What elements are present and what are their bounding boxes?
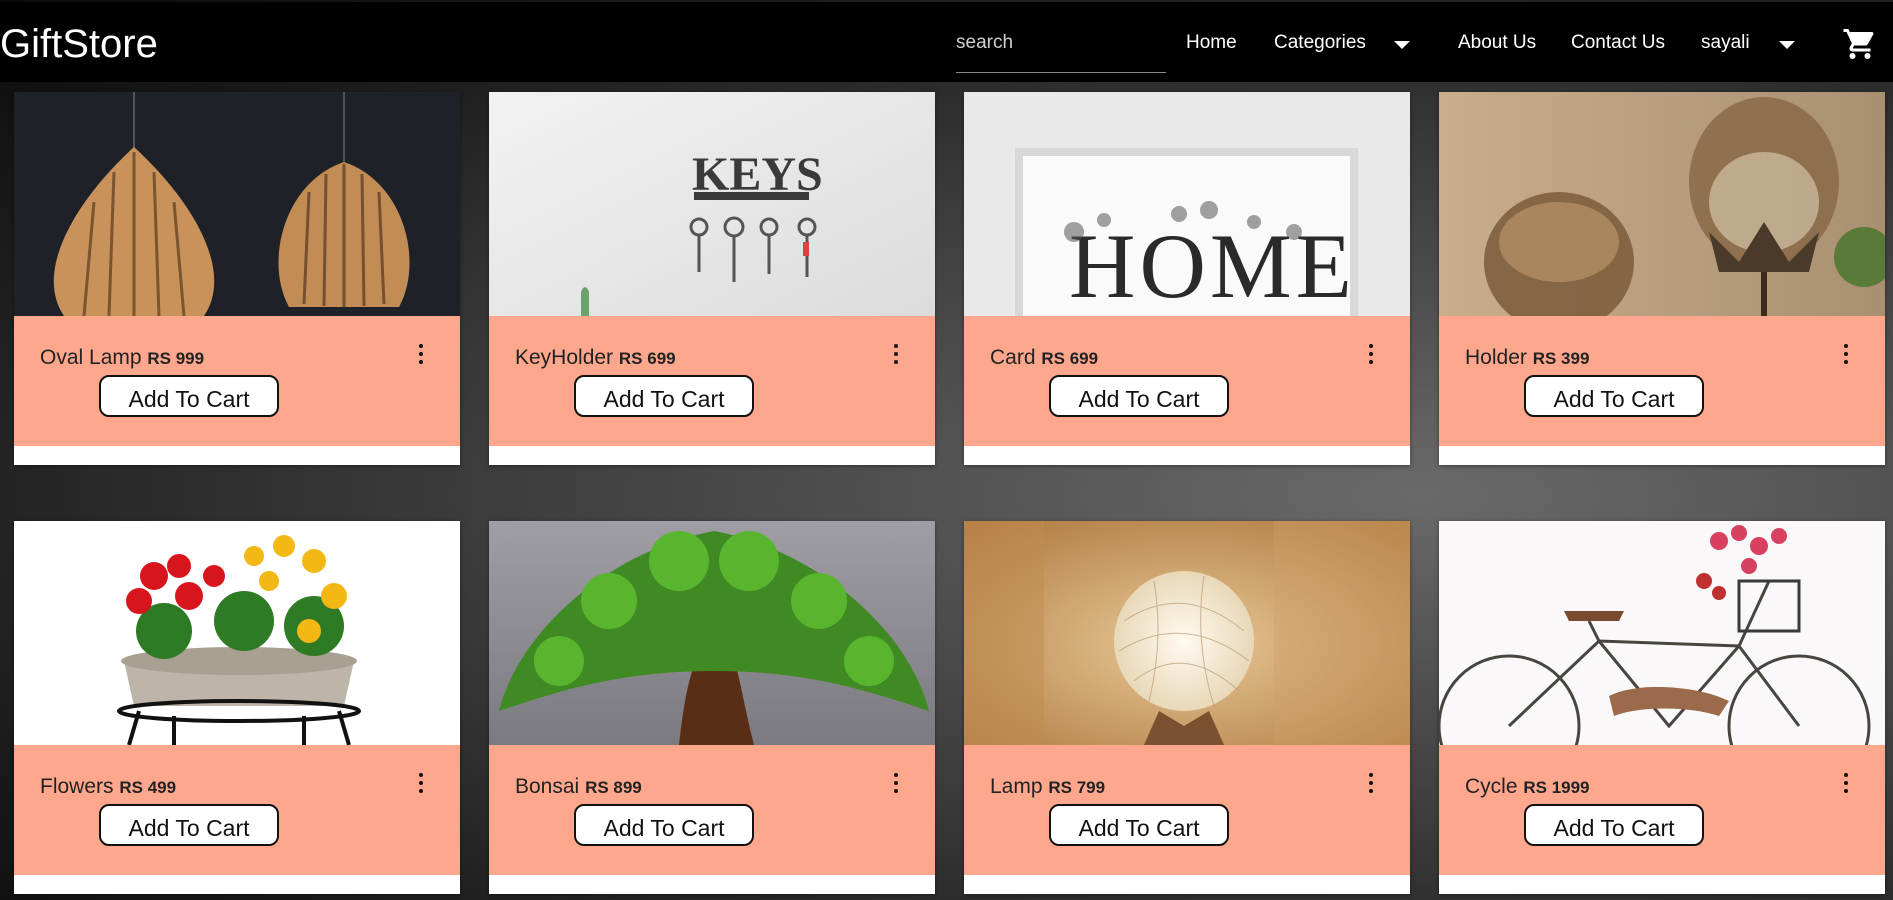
product-title: Card RS 699 — [990, 346, 1098, 370]
home-print-text: HOME — [1069, 215, 1356, 316]
product-card-bonsai: Bonsai RS 899 Add To Cart — [489, 521, 935, 894]
kebab-menu-icon[interactable] — [1843, 773, 1849, 797]
kebab-menu-icon[interactable] — [1843, 344, 1849, 368]
kebab-menu-icon[interactable] — [1368, 773, 1374, 797]
product-info: Flowers RS 499 Add To Cart — [14, 745, 460, 875]
kebab-menu-icon[interactable] — [1368, 344, 1374, 368]
search-input[interactable] — [956, 28, 1156, 58]
product-image-bonsai[interactable] — [489, 521, 935, 745]
add-to-cart-button[interactable]: Add To Cart — [1049, 375, 1229, 417]
product-price: RS 999 — [147, 349, 205, 368]
product-card-lamp: Lamp RS 799 Add To Cart — [964, 521, 1410, 894]
product-title: Flowers RS 499 — [40, 775, 176, 799]
product-card-flowers: Flowers RS 499 Add To Cart — [14, 521, 460, 894]
product-name: Bonsai — [515, 775, 580, 798]
product-image-lamp[interactable] — [964, 521, 1410, 745]
product-card-oval-lamp: Oval Lamp RS 999 Add To Cart — [14, 92, 460, 465]
product-card-holder: Holder RS 399 Add To Cart — [1439, 92, 1885, 465]
product-info: Card RS 699 Add To Cart — [964, 316, 1410, 446]
product-name: Flowers — [40, 775, 114, 798]
add-to-cart-button[interactable]: Add To Cart — [1524, 804, 1704, 846]
product-price: RS 399 — [1532, 349, 1590, 368]
product-price: RS 499 — [119, 778, 177, 797]
product-title: Holder RS 399 — [1465, 346, 1589, 370]
product-info: Cycle RS 1999 Add To Cart — [1439, 745, 1885, 875]
nav-about[interactable]: About Us — [1458, 32, 1536, 54]
product-info: Lamp RS 799 Add To Cart — [964, 745, 1410, 875]
user-caret-down-icon[interactable] — [1779, 41, 1795, 49]
product-image-oval-lamp[interactable] — [14, 92, 460, 316]
product-card-card: HOME Card RS 699 Add To Cart — [964, 92, 1410, 465]
add-to-cart-button[interactable]: Add To Cart — [574, 375, 754, 417]
add-to-cart-button[interactable]: Add To Cart — [1049, 804, 1229, 846]
nav-categories[interactable]: Categories — [1274, 32, 1366, 54]
product-title: Lamp RS 799 — [990, 775, 1105, 799]
brand-logo[interactable]: GiftStore — [0, 22, 158, 67]
kebab-menu-icon[interactable] — [418, 344, 424, 368]
add-to-cart-button[interactable]: Add To Cart — [99, 804, 279, 846]
product-image-card[interactable]: HOME — [964, 92, 1410, 316]
kebab-menu-icon[interactable] — [418, 773, 424, 797]
product-title: KeyHolder RS 699 — [515, 346, 676, 370]
product-image-holder[interactable] — [1439, 92, 1885, 316]
search-field[interactable] — [956, 28, 1166, 73]
product-info: Holder RS 399 Add To Cart — [1439, 316, 1885, 446]
product-card-cycle: Cycle RS 1999 Add To Cart — [1439, 521, 1885, 894]
product-price: RS 699 — [618, 349, 676, 368]
cart-icon[interactable] — [1842, 26, 1878, 62]
nav-user[interactable]: sayali — [1701, 32, 1750, 54]
product-title: Bonsai RS 899 — [515, 775, 642, 799]
product-title: Oval Lamp RS 999 — [40, 346, 204, 370]
product-name: Card — [990, 346, 1036, 369]
kebab-menu-icon[interactable] — [893, 773, 899, 797]
product-title: Cycle RS 1999 — [1465, 775, 1590, 799]
product-name: KeyHolder — [515, 346, 614, 369]
product-info: KeyHolder RS 699 Add To Cart — [489, 316, 935, 446]
product-name: Lamp — [990, 775, 1043, 798]
product-image-flowers[interactable] — [14, 521, 460, 745]
nav-home[interactable]: Home — [1186, 32, 1237, 54]
product-price: RS 799 — [1048, 778, 1106, 797]
product-info: Bonsai RS 899 Add To Cart — [489, 745, 935, 875]
product-card-keyholder: KEYS KeyHolder RS 699 Add To Cart — [489, 92, 935, 465]
add-to-cart-button[interactable]: Add To Cart — [99, 375, 279, 417]
add-to-cart-button[interactable]: Add To Cart — [574, 804, 754, 846]
categories-caret-down-icon[interactable] — [1394, 41, 1410, 49]
product-name: Cycle — [1465, 775, 1518, 798]
product-info: Oval Lamp RS 999 Add To Cart — [14, 316, 460, 446]
product-name: Holder — [1465, 346, 1527, 369]
nav-contact[interactable]: Contact Us — [1571, 32, 1665, 54]
product-image-keyholder[interactable]: KEYS — [489, 92, 935, 316]
add-to-cart-button[interactable]: Add To Cart — [1524, 375, 1704, 417]
product-name: Oval Lamp — [40, 346, 142, 369]
kebab-menu-icon[interactable] — [893, 344, 899, 368]
top-navbar: GiftStore Home Categories About Us Conta… — [0, 2, 1893, 82]
product-price: RS 1999 — [1523, 778, 1590, 797]
product-price: RS 699 — [1041, 349, 1099, 368]
product-price: RS 899 — [585, 778, 642, 797]
product-image-cycle[interactable] — [1439, 521, 1885, 745]
